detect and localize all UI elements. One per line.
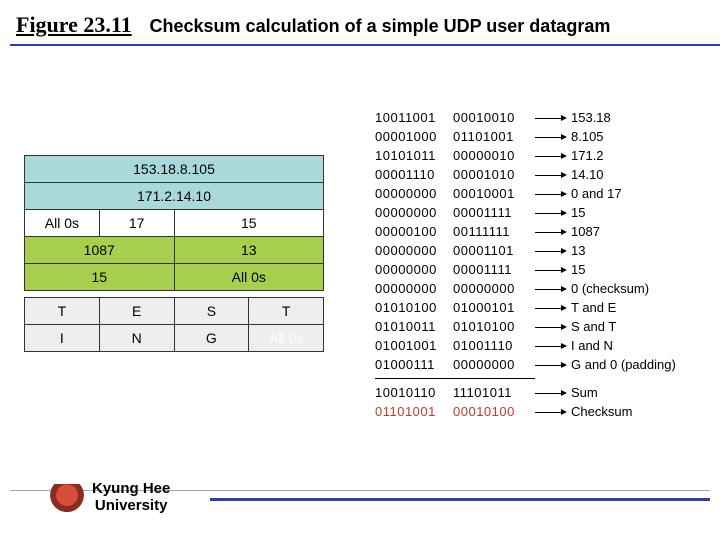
bin-row: 0000000000001111 15	[375, 260, 705, 279]
meaning: Sum	[571, 383, 705, 402]
bin-row: 0000010000111111 1087	[375, 222, 705, 241]
data-cell: G	[174, 325, 249, 352]
bin-row: 0000111000001010 14.10	[375, 165, 705, 184]
figure-label: Figure 23.11	[16, 12, 132, 37]
meaning: 171.2	[571, 146, 705, 165]
bits: 10011001	[375, 108, 453, 127]
checksum-field: All 0s	[174, 264, 324, 291]
zero-field: All 0s	[25, 210, 100, 237]
separator-line	[375, 378, 535, 379]
bin-row: 0100011100000000 G and 0 (padding)	[375, 355, 705, 374]
bits: 01010100	[453, 317, 535, 336]
data-cell: T	[249, 298, 324, 325]
bin-row: 0000000000000000 0 (checksum)	[375, 279, 705, 298]
bin-row: 0000000000001111 15	[375, 203, 705, 222]
bits: 00001010	[453, 165, 535, 184]
bits: 00000000	[375, 241, 453, 260]
length-field-1: 15	[174, 210, 324, 237]
bits: 00001111	[453, 260, 535, 279]
figure-caption: Checksum calculation of a simple UDP use…	[150, 16, 611, 36]
meaning: S and T	[571, 317, 705, 336]
bits: 01101001	[453, 127, 535, 146]
src-port: 1087	[25, 237, 175, 264]
university-logo	[50, 484, 84, 512]
data-cell: I	[25, 325, 100, 352]
data-table: T E S T I N G All 0s	[24, 297, 324, 352]
bits: 00001000	[375, 127, 453, 146]
bits: 01001110	[453, 336, 535, 355]
data-cell: N	[99, 325, 174, 352]
dst-ip: 171.2.14.10	[25, 183, 324, 210]
meaning: I and N	[571, 336, 705, 355]
bits: 00001111	[453, 203, 535, 222]
bits: 01010011	[375, 317, 453, 336]
bits: 01000101	[453, 298, 535, 317]
bits: 00001101	[453, 241, 535, 260]
footer: Kyung Hee University	[0, 470, 720, 526]
bits: 00000100	[375, 222, 453, 241]
bin-row: 0101001101010100 S and T	[375, 317, 705, 336]
uni-line1: Kyung Hee	[92, 480, 170, 497]
bits: 00000000	[453, 355, 535, 374]
meaning: 0 and 17	[571, 184, 705, 203]
dst-port: 13	[174, 237, 324, 264]
checksum-row: 01101001 00010100 Checksum	[375, 402, 705, 421]
length-field-2: 15	[25, 264, 175, 291]
bits: 01101001	[375, 402, 453, 421]
data-cell: E	[99, 298, 174, 325]
bin-row: 1010101100000010 171.2	[375, 146, 705, 165]
bits: 00000000	[375, 184, 453, 203]
bits: 11101011	[453, 383, 535, 402]
bits: 00000000	[453, 279, 535, 298]
packet-diagram: 153.18.8.105 171.2.14.10 All 0s 17 15 10…	[24, 155, 324, 352]
protocol-field: 17	[99, 210, 174, 237]
data-cell: S	[174, 298, 249, 325]
data-cell: T	[25, 298, 100, 325]
bits: 10101011	[375, 146, 453, 165]
meaning: 0 (checksum)	[571, 279, 705, 298]
bits: 00010010	[453, 108, 535, 127]
bin-row: 0000000000001101 13	[375, 241, 705, 260]
bits: 01000111	[375, 355, 453, 374]
bits: 00111111	[453, 222, 535, 241]
bits: 00010100	[453, 402, 535, 421]
meaning: 8.105	[571, 127, 705, 146]
meaning: Checksum	[571, 402, 705, 421]
bin-row: 0101010001000101 T and E	[375, 298, 705, 317]
university-name: Kyung Hee University	[92, 480, 170, 514]
bits: 00000010	[453, 146, 535, 165]
bits: 00000000	[375, 279, 453, 298]
bits: 00001110	[375, 165, 453, 184]
bin-row: 0000100001101001 8.105	[375, 127, 705, 146]
bin-row: 0100100101001110 I and N	[375, 336, 705, 355]
src-ip: 153.18.8.105	[25, 156, 324, 183]
bits: 00000000	[375, 203, 453, 222]
bits: 01010100	[375, 298, 453, 317]
figure-title: Figure 23.11 Checksum calculation of a s…	[10, 8, 720, 46]
bin-row: 1001100100010010 153.18	[375, 108, 705, 127]
padding-cell: All 0s	[249, 325, 324, 352]
binary-calculation: 1001100100010010153.1800001000011010018.…	[375, 108, 705, 421]
meaning: T and E	[571, 298, 705, 317]
meaning: 15	[571, 203, 705, 222]
pseudoheader-table: 153.18.8.105 171.2.14.10 All 0s 17 15 10…	[24, 155, 324, 291]
bits: 00000000	[375, 260, 453, 279]
meaning: 1087	[571, 222, 705, 241]
meaning: 14.10	[571, 165, 705, 184]
sum-row: 10010110 11101011 Sum	[375, 383, 705, 402]
bits: 00010001	[453, 184, 535, 203]
meaning: G and 0 (padding)	[571, 355, 705, 374]
bin-row: 0000000000010001 0 and 17	[375, 184, 705, 203]
bits: 01001001	[375, 336, 453, 355]
meaning: 13	[571, 241, 705, 260]
meaning: 15	[571, 260, 705, 279]
uni-line2: University	[95, 497, 168, 514]
bits: 10010110	[375, 383, 453, 402]
footer-rule-thick	[210, 498, 710, 501]
meaning: 153.18	[571, 108, 705, 127]
